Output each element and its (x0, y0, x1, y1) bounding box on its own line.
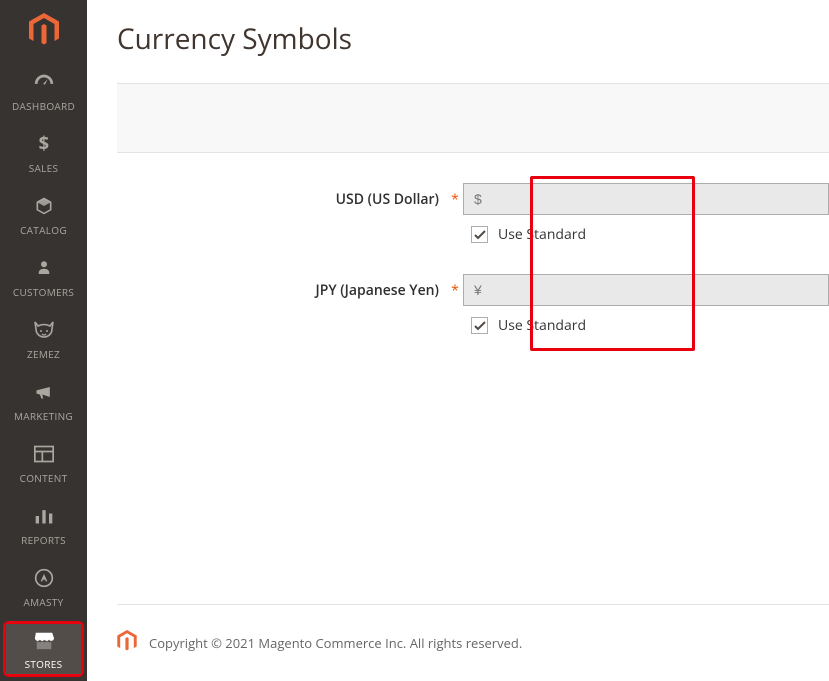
store-icon (33, 628, 55, 652)
use-standard-row-jpy: Use Standard (117, 316, 829, 335)
use-standard-checkbox-jpy[interactable] (471, 317, 488, 334)
sidebar-item-label: DASHBOARD (12, 99, 75, 113)
magento-logo-icon (29, 13, 59, 47)
sidebar-item-label: REPORTS (21, 533, 66, 547)
currency-symbol-input-jpy[interactable] (463, 274, 829, 306)
megaphone-icon (33, 380, 55, 404)
sidebar-item-dashboard[interactable]: DASHBOARD (0, 60, 87, 122)
sidebar-item-content[interactable]: CONTENT (0, 432, 87, 494)
use-standard-label[interactable]: Use Standard (498, 316, 586, 335)
sidebar-item-label: SALES (29, 161, 59, 175)
use-standard-row-usd: Use Standard (117, 225, 829, 244)
sidebar-item-label: MARKETING (14, 409, 73, 423)
required-asterisk: * (447, 281, 463, 300)
sidebar-item-amasty[interactable]: AMASTY (0, 556, 87, 618)
sidebar-item-label: CATALOG (20, 223, 67, 237)
sidebar-item-label: CONTENT (20, 471, 68, 485)
sidebar-item-zemez[interactable]: ZEMEZ (0, 308, 87, 370)
sidebar-item-label: STORES (25, 657, 63, 671)
page-footer: Copyright © 2021 Magento Commerce Inc. A… (117, 604, 829, 681)
admin-sidebar: DASHBOARD $ SALES CATALOG CUSTOMERS ZEME… (0, 0, 87, 681)
layout-icon (34, 442, 54, 466)
amasty-icon (34, 566, 54, 590)
cat-icon (32, 318, 56, 342)
currency-form: USD (US Dollar) * Use Standard JPY (Japa… (87, 183, 829, 604)
required-asterisk: * (447, 190, 463, 209)
bar-chart-icon (34, 504, 54, 528)
currency-symbol-input-usd[interactable] (463, 183, 829, 215)
magento-logo[interactable] (0, 0, 87, 60)
sidebar-item-catalog[interactable]: CATALOG (0, 184, 87, 246)
sidebar-item-label: ZEMEZ (27, 347, 60, 361)
currency-row-usd: USD (US Dollar) * (117, 183, 829, 215)
cube-icon (34, 194, 54, 218)
use-standard-checkbox-usd[interactable] (471, 226, 488, 243)
magento-logo-icon (117, 630, 137, 652)
sidebar-item-label: AMASTY (23, 595, 63, 609)
currency-label: USD (US Dollar) (117, 190, 447, 209)
sidebar-item-sales[interactable]: $ SALES (0, 122, 87, 184)
dashboard-icon (33, 70, 55, 94)
svg-text:$: $ (38, 134, 49, 154)
sidebar-item-label: CUSTOMERS (13, 285, 74, 299)
sidebar-item-stores[interactable]: STORES (6, 624, 81, 674)
page-main: Currency Symbols USD (US Dollar) * Use S… (87, 0, 829, 681)
check-icon (474, 230, 486, 240)
page-title: Currency Symbols (87, 0, 829, 83)
dollar-icon: $ (34, 132, 54, 156)
currency-label: JPY (Japanese Yen) (117, 281, 447, 300)
person-icon (35, 256, 53, 280)
check-icon (474, 321, 486, 331)
sidebar-item-customers[interactable]: CUSTOMERS (0, 246, 87, 308)
currency-row-jpy: JPY (Japanese Yen) * (117, 274, 829, 306)
sidebar-item-reports[interactable]: REPORTS (0, 494, 87, 556)
page-toolbar (117, 83, 829, 153)
magento-footer-logo (117, 630, 137, 656)
use-standard-label[interactable]: Use Standard (498, 225, 586, 244)
sidebar-item-marketing[interactable]: MARKETING (0, 370, 87, 432)
copyright-text: Copyright © 2021 Magento Commerce Inc. A… (149, 634, 522, 652)
